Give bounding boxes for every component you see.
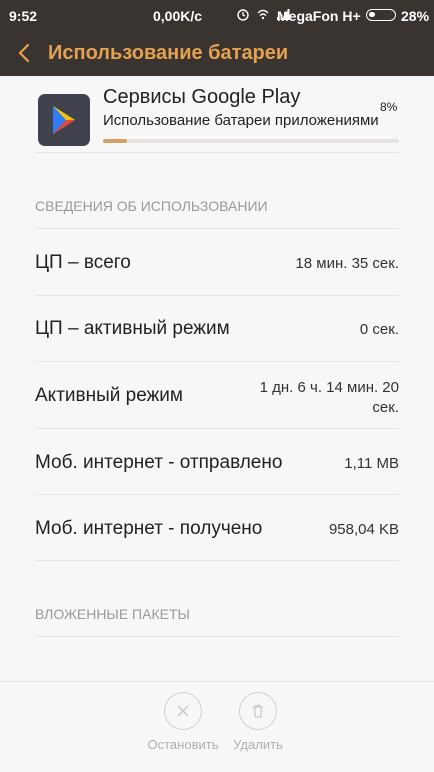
usage-row-value: 1 дн. 6 ч. 14 мин. 20 сек.	[259, 379, 399, 416]
google-play-icon	[53, 106, 75, 134]
usage-row-value: 958,04 KB	[328, 521, 399, 538]
app-usage-description: Использование батареи приложениями	[103, 112, 379, 129]
packages-section-title: ВЛОЖЕННЫЕ ПАКЕТЫ	[35, 606, 190, 622]
delete-icon-circle	[239, 692, 277, 730]
bottom-action-bar: Остановить Удалить	[0, 681, 434, 772]
app-bar: Использование батареи	[0, 32, 434, 76]
divider	[35, 361, 399, 362]
divider	[35, 560, 399, 561]
status-bar: 9:52 0,00K/c MegaFon H+ 28%	[0, 0, 434, 32]
app-usage-percent: 8%	[380, 100, 398, 114]
delete-button-label: Удалить	[233, 737, 283, 752]
page-title: Использование батареи	[48, 42, 289, 64]
divider	[35, 228, 399, 229]
divider	[35, 636, 399, 637]
trash-icon	[253, 704, 263, 718]
usage-row-label: ЦП – активный режим	[35, 318, 230, 339]
divider	[35, 152, 399, 153]
wifi-icon	[257, 9, 269, 20]
back-arrow-icon[interactable]	[14, 42, 36, 64]
divider	[35, 494, 399, 495]
stop-button-label: Остановить	[147, 737, 219, 752]
battery-icon	[366, 9, 396, 21]
app-icon	[38, 94, 90, 146]
usage-row-label: ЦП – всего	[35, 252, 131, 273]
alarm-icon	[237, 9, 249, 21]
status-time: 9:52	[9, 8, 38, 24]
status-carrier: MegaFon H+	[277, 8, 361, 24]
app-name: Сервисы Google Play	[103, 86, 301, 108]
delete-button[interactable]: Удалить	[218, 692, 298, 752]
status-network-speed: 0,00K/c	[153, 8, 203, 24]
usage-row-label: Моб. интернет - отправлено	[35, 452, 283, 473]
usage-row-value: 18 мин. 35 сек.	[295, 255, 399, 272]
stop-button[interactable]: Остановить	[143, 692, 223, 752]
usage-row-value: 0 сек.	[359, 321, 399, 338]
usage-row-label: Активный режим	[35, 385, 183, 406]
divider	[35, 428, 399, 429]
usage-row-value: 1,11 MB	[344, 455, 399, 472]
usage-section-title: СВЕДЕНИЯ ОБ ИСПОЛЬЗОВАНИИ	[35, 198, 268, 214]
close-icon	[177, 705, 189, 717]
usage-progress-fill	[103, 139, 127, 143]
status-battery-percent: 28%	[401, 8, 430, 24]
usage-row-label: Моб. интернет - получено	[35, 518, 263, 539]
divider	[35, 295, 399, 296]
stop-icon-circle	[164, 692, 202, 730]
usage-progress-bar	[103, 139, 399, 143]
